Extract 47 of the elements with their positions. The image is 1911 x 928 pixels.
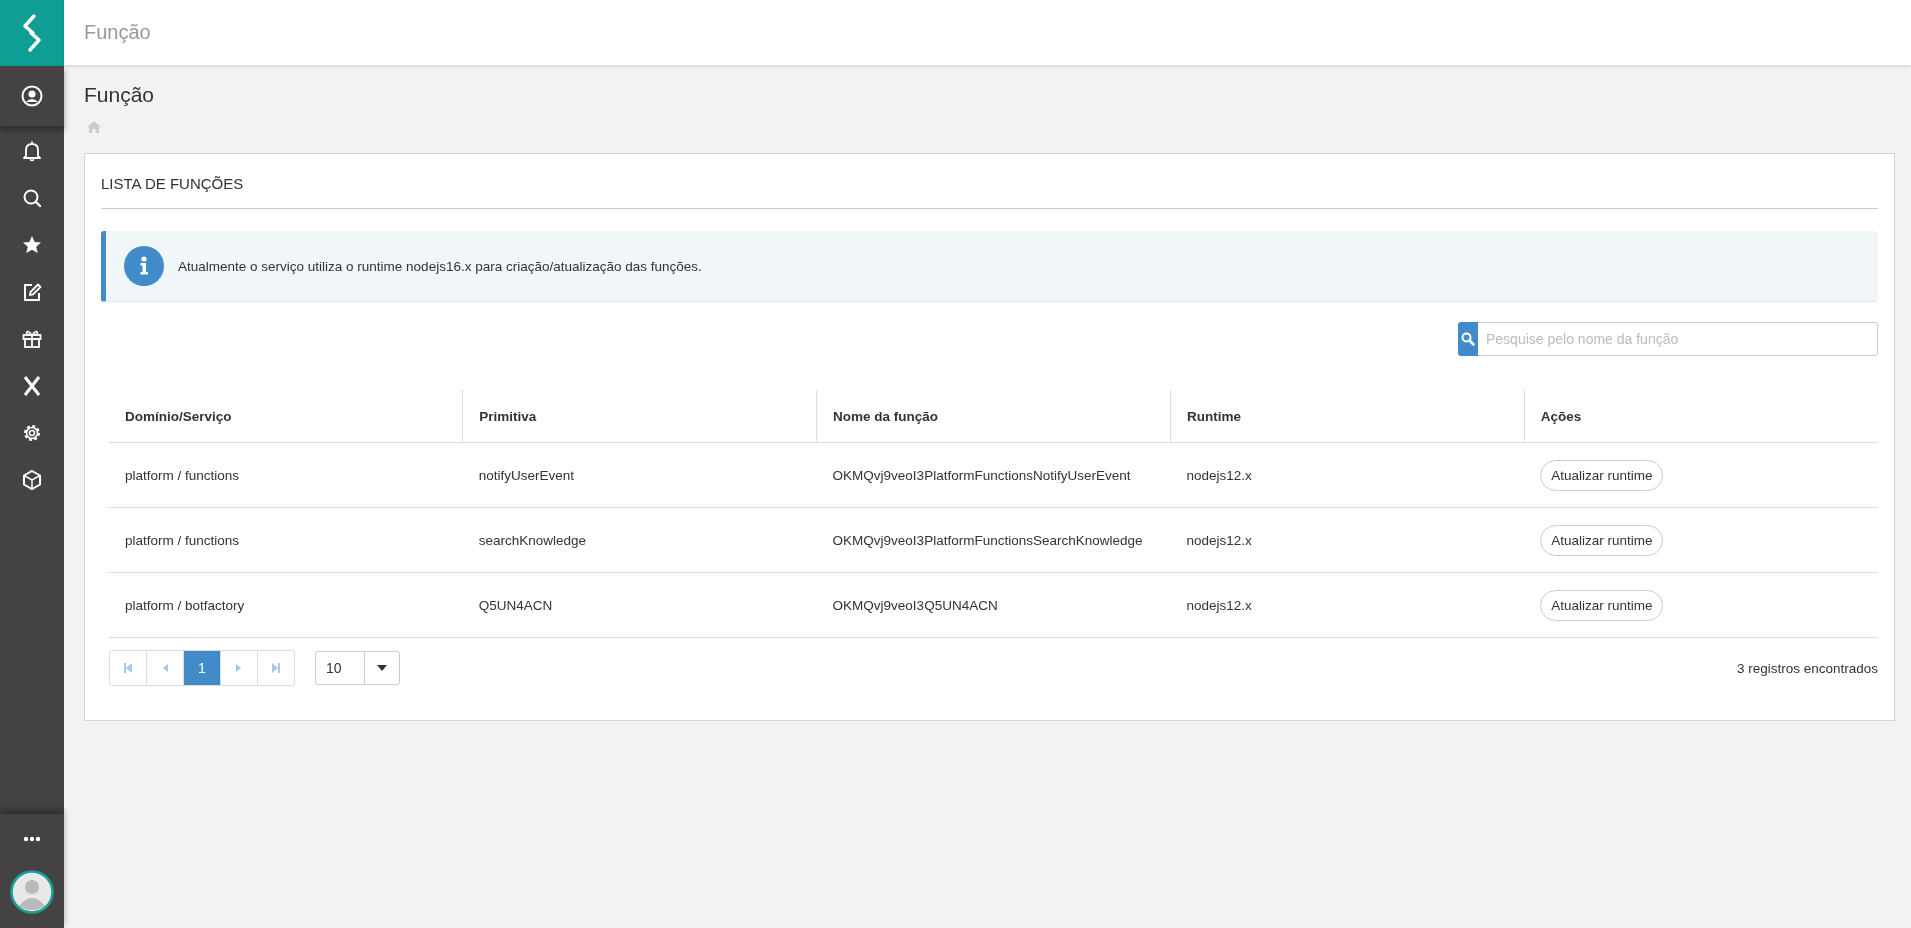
- edit-icon[interactable]: [21, 281, 43, 303]
- table-cell: Q5UN4ACN: [462, 572, 817, 638]
- page-title: Função: [84, 83, 155, 107]
- table-cell: searchKnowledge: [462, 507, 817, 573]
- bell-icon[interactable]: [21, 140, 43, 162]
- caret-down-icon: [377, 665, 387, 671]
- first-page-icon: [123, 663, 133, 673]
- column-header: Runtime: [1170, 390, 1525, 443]
- column-header: Ações: [1524, 390, 1878, 443]
- table-cell: platform / botfactory: [109, 572, 463, 638]
- caret-right-icon: [236, 663, 242, 673]
- logo-tile[interactable]: [0, 0, 64, 66]
- cube-icon[interactable]: [21, 469, 43, 491]
- table-cell: nodejs12.x: [1170, 442, 1525, 508]
- gift-icon[interactable]: [21, 328, 43, 350]
- header-title: Função: [84, 21, 151, 44]
- column-header: Nome da função: [816, 390, 1171, 443]
- column-header: Domínio/Serviço: [109, 390, 463, 443]
- avatar-icon[interactable]: [10, 870, 54, 914]
- page-number-button[interactable]: 1: [183, 651, 220, 685]
- x-mark-icon[interactable]: [21, 375, 43, 397]
- table-cell: nodejs12.x: [1170, 507, 1525, 573]
- table-cell: OKMQvj9veoI3Q5UN4ACN: [816, 572, 1171, 638]
- star-icon[interactable]: [21, 234, 43, 256]
- table-cell: notifyUserEvent: [462, 442, 817, 508]
- table-cell: OKMQvj9veoI3PlatformFunctionsNotifyUserEvent: [816, 442, 1171, 508]
- table-cell: OKMQvj9veoI3PlatformFunctionsSearchKnowledge: [816, 507, 1171, 573]
- card-title: LISTA DE FUNÇÕES: [101, 154, 1878, 209]
- page-size-select[interactable]: 10: [315, 651, 400, 685]
- search-icon: [1461, 332, 1475, 346]
- logo-icon: [20, 13, 44, 53]
- update-runtime-button[interactable]: Atualizar runtime: [1540, 524, 1664, 556]
- table-cell: nodejs12.x: [1170, 572, 1525, 638]
- update-runtime-button[interactable]: Atualizar runtime: [1540, 589, 1664, 621]
- search-icon[interactable]: [21, 187, 43, 209]
- user-circle-icon: [21, 85, 43, 107]
- last-page-icon: [271, 663, 281, 673]
- info-icon: [124, 246, 164, 286]
- settings-icon[interactable]: [21, 422, 43, 444]
- record-count: 3 registros encontrados: [1736, 660, 1878, 676]
- info-message: Atualmente o serviço utiliza o runtime nodejs16.x para criação/atualização das funções.: [178, 258, 702, 274]
- more-icon[interactable]: [23, 836, 41, 842]
- caret-left-icon: [162, 663, 168, 673]
- table-cell: platform / functions: [109, 442, 463, 508]
- column-header: Primitiva: [462, 390, 817, 443]
- update-runtime-button[interactable]: Atualizar runtime: [1540, 459, 1664, 491]
- table-cell: platform / functions: [109, 507, 463, 573]
